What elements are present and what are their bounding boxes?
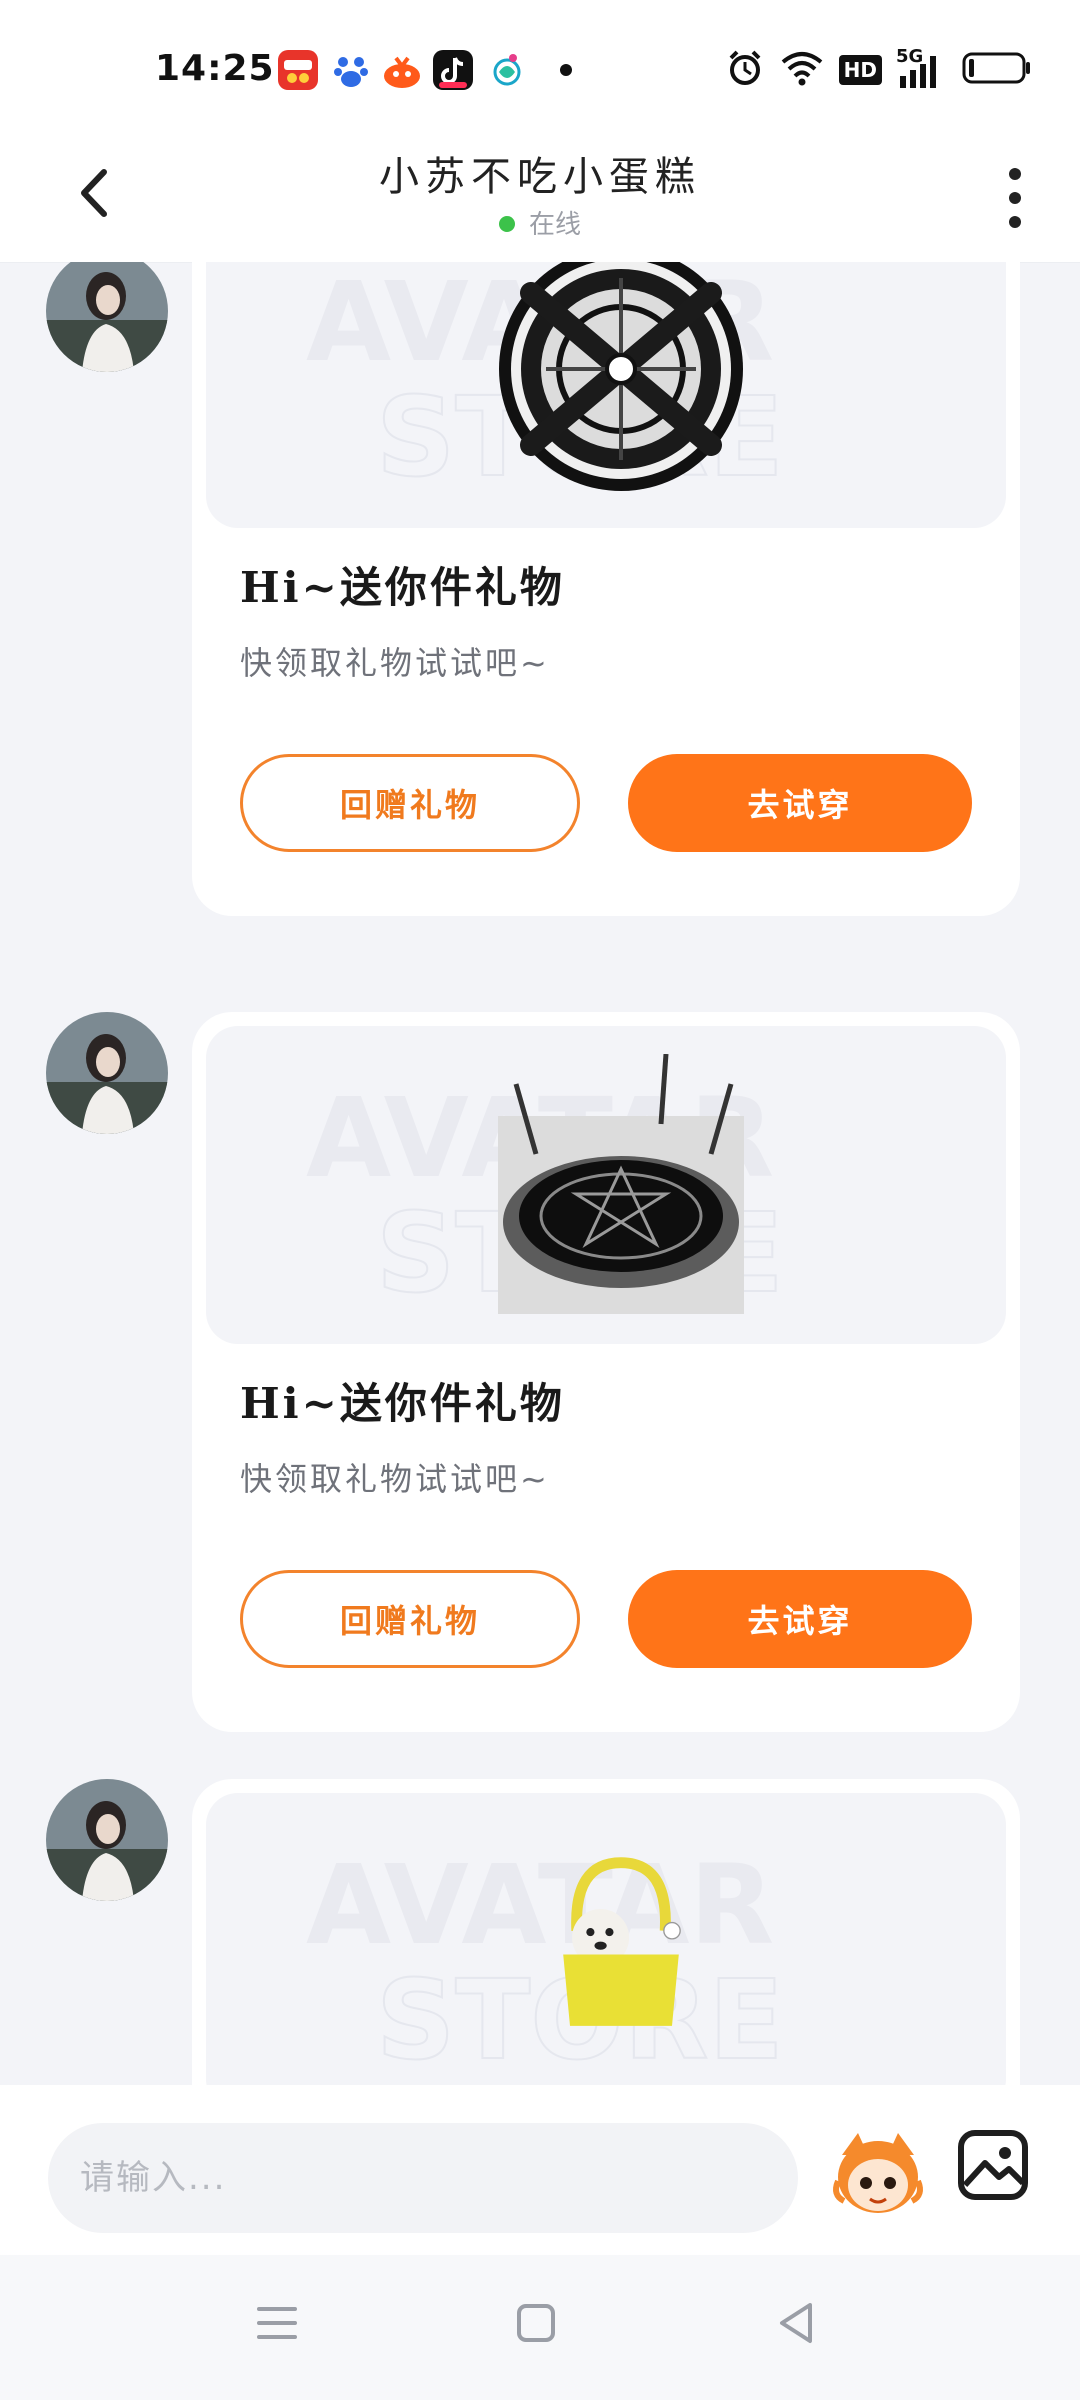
- status-time: 14:25: [155, 48, 275, 89]
- online-dot-icon: [498, 215, 515, 232]
- gift-preview[interactable]: AVATAR STORE: [206, 262, 1006, 528]
- presence-status: 在线: [0, 204, 1080, 241]
- status-bar: 14:25 HD 5G: [0, 0, 1080, 130]
- chat-header: 小苏不吃小蛋糕 在线: [0, 130, 1080, 263]
- gift-card: AVATAR STORE Hi~送你件礼物 快领取礼物试试吧~ 回赠礼物 去试穿: [192, 262, 1020, 916]
- magic-ring-gift-image: [498, 1054, 744, 1314]
- food-app-icon: [278, 50, 318, 90]
- return-gift-button[interactable]: 回赠礼物: [240, 754, 580, 852]
- baidu-icon: [331, 50, 371, 90]
- more-options-button[interactable]: [980, 158, 1050, 238]
- try-on-button[interactable]: 去试穿: [628, 1570, 972, 1668]
- more-vertical-icon: [1009, 168, 1021, 228]
- sender-avatar[interactable]: [46, 1012, 168, 1134]
- gift-title: Hi~送你件礼物: [240, 563, 565, 612]
- chat-title: 小苏不吃小蛋糕: [379, 154, 701, 200]
- presence-label: 在线: [528, 210, 581, 240]
- sender-avatar[interactable]: [46, 262, 168, 372]
- tiktok-icon: [433, 50, 473, 90]
- gift-card: AVATAR STORE Hi~送你件礼物 快领取礼物试试吧~ 回赠礼物 去试穿: [192, 1012, 1020, 1732]
- gift-preview[interactable]: AVATAR STORE: [206, 1026, 1006, 1344]
- more-notifications-dot: [560, 64, 572, 76]
- magic-circle-gift-image: [499, 262, 743, 491]
- taobao-icon: [382, 50, 422, 90]
- hd-icon: HD: [838, 55, 882, 85]
- home-button[interactable]: [506, 2293, 566, 2353]
- gift-card: AVATAR STORE: [192, 1779, 1020, 2085]
- back-triangle-icon: [780, 2303, 812, 2343]
- mobile-service-icon: [487, 50, 527, 90]
- home-icon: [517, 2304, 555, 2342]
- mascot-sticker-button[interactable]: [828, 2125, 928, 2225]
- message-list[interactable]: AVATAR STORE Hi~送你件礼物 快领取礼物试试吧~ 回赠礼物 去试穿: [0, 262, 1080, 2085]
- composer-bar: [0, 2085, 1080, 2255]
- back-nav-button[interactable]: [766, 2293, 826, 2353]
- mascot-icon: [833, 2133, 923, 2213]
- menu-button[interactable]: [247, 2293, 307, 2353]
- image-picker-button[interactable]: [955, 2127, 1031, 2203]
- gift-title: Hi~送你件礼物: [240, 1379, 565, 1428]
- dog-bag-gift-image: [563, 1857, 681, 2026]
- wifi-icon: [779, 48, 825, 92]
- sender-avatar[interactable]: [46, 1779, 168, 1901]
- system-nav-bar: [0, 2255, 1080, 2400]
- try-on-button[interactable]: 去试穿: [628, 754, 972, 852]
- gift-subtitle: 快领取礼物试试吧~: [240, 644, 550, 682]
- image-icon: [958, 2130, 1028, 2200]
- gift-preview[interactable]: AVATAR STORE: [206, 1793, 1006, 2085]
- status-icons: HD 5G: [725, 46, 1032, 92]
- menu-icon: [257, 2307, 297, 2339]
- gift-subtitle: 快领取礼物试试吧~: [240, 1460, 550, 1498]
- signal-icon: 5G: [896, 46, 948, 90]
- message-input[interactable]: [48, 2123, 798, 2233]
- return-gift-button[interactable]: 回赠礼物: [240, 1570, 580, 1668]
- alarm-icon: [725, 48, 765, 92]
- battery-icon: [962, 50, 1032, 90]
